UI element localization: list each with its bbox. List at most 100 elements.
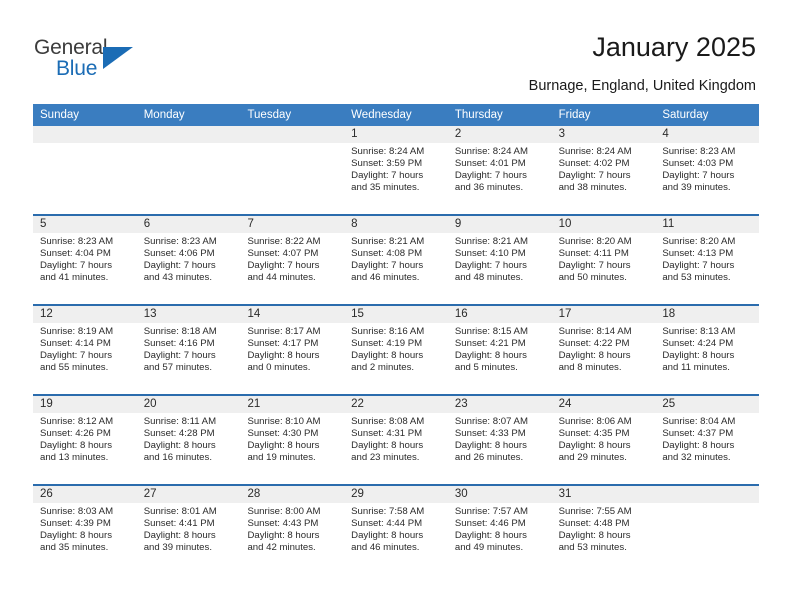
daylight-text: Daylight: 7 hours xyxy=(40,260,112,272)
day-number[interactable]: 28 xyxy=(240,486,344,503)
daylight-text-cont: and 46 minutes. xyxy=(351,272,420,284)
day-cell[interactable]: Sunrise: 8:08 AM Sunset: 4:31 PM Daylight:… xyxy=(344,413,448,484)
sunset-text: Sunset: 4:30 PM xyxy=(247,428,319,440)
day-cell[interactable]: Sunrise: 7:55 AM Sunset: 4:48 PM Daylight:… xyxy=(552,503,656,574)
sunrise-text: Sunrise: 8:00 AM xyxy=(247,506,321,517)
daylight-text-cont: and 2 minutes. xyxy=(351,362,415,374)
sunrise-text: Sunrise: 8:24 AM xyxy=(454,146,528,157)
day-cell[interactable]: Sunrise: 8:17 AM Sunset: 4:17 PM Daylight:… xyxy=(240,323,344,394)
day-number[interactable]: 15 xyxy=(344,306,448,323)
day-cell[interactable]: Sunrise: 8:21 AM Sunset: 4:08 PM Daylight:… xyxy=(344,233,448,304)
day-cell[interactable]: Sunrise: 8:23 AM Sunset: 4:03 PM Daylight:… xyxy=(655,143,759,214)
sunset-text: Sunset: 4:26 PM xyxy=(40,428,111,440)
day-cell[interactable]: Sunrise: 8:04 AM Sunset: 4:37 PM Daylight:… xyxy=(655,413,759,484)
day-number[interactable]: 31 xyxy=(552,486,656,503)
calendar-week-row: 26 27 28 29 30 31 Sunrise: 8:03 AM Sunset: 4:39… xyxy=(33,484,759,574)
daylight-text: Daylight: 8 hours xyxy=(558,350,631,362)
day-cell[interactable]: Sunrise: 8:21 AM Sunset: 4:10 PM Daylight:… xyxy=(448,233,552,304)
day-number[interactable]: 26 xyxy=(33,486,137,503)
day-cell[interactable]: Sunrise: 7:58 AM Sunset: 4:44 PM Daylight:… xyxy=(344,503,448,574)
calendar-day-number-row: 19 20 21 22 23 24 25 xyxy=(33,396,759,413)
day-cell[interactable]: Sunrise: 8:22 AM Sunset: 4:07 PM Daylight:… xyxy=(240,233,344,304)
calendar-week-row: 12 13 14 15 16 17 18 Sunrise: 8:19 AM Sunset: 4:… xyxy=(33,304,759,394)
day-cell[interactable]: Sunrise: 7:57 AM Sunset: 4:46 PM Daylight:… xyxy=(448,503,552,574)
logo-text-blue: Blue xyxy=(56,57,98,80)
calendar-page: General Blue January 2025 Burnage, Engla… xyxy=(0,0,792,612)
day-cell[interactable]: Sunrise: 8:13 AM Sunset: 4:24 PM Daylight:… xyxy=(655,323,759,394)
day-number[interactable]: 8 xyxy=(344,216,448,233)
day-number[interactable]: 30 xyxy=(448,486,552,503)
daylight-text-cont: and 49 minutes. xyxy=(454,542,524,554)
day-number[interactable]: 9 xyxy=(448,216,552,233)
daylight-text: Daylight: 8 hours xyxy=(247,350,320,362)
day-cell[interactable]: Sunrise: 8:23 AM Sunset: 4:04 PM Daylight:… xyxy=(33,233,137,304)
day-number[interactable]: 19 xyxy=(33,396,137,413)
day-cell[interactable]: Sunrise: 8:24 AM Sunset: 3:59 PM Daylight:… xyxy=(344,143,448,214)
general-blue-logo[interactable]: General Blue xyxy=(34,36,154,82)
day-number[interactable]: 6 xyxy=(137,216,241,233)
day-number[interactable]: 3 xyxy=(552,126,656,143)
day-number[interactable]: 2 xyxy=(448,126,552,143)
day-cell[interactable]: Sunrise: 8:19 AM Sunset: 4:14 PM Daylight:… xyxy=(33,323,137,394)
sunrise-text: Sunrise: 7:58 AM xyxy=(351,506,425,517)
day-number[interactable]: 16 xyxy=(448,306,552,323)
day-cell[interactable]: Sunrise: 8:24 AM Sunset: 4:02 PM Daylight:… xyxy=(552,143,656,214)
sunset-text: Sunset: 4:37 PM xyxy=(662,428,734,440)
sunrise-text: Sunrise: 8:21 AM xyxy=(454,236,528,247)
calendar-day-number-row: 1234 xyxy=(33,126,759,143)
day-number[interactable]: 22 xyxy=(344,396,448,413)
day-cell[interactable]: Sunrise: 8:16 AM Sunset: 4:19 PM Daylight:… xyxy=(344,323,448,394)
calendar-day-detail-row: Sunrise: 8:23 AM Sunset: 4:04 PM Daylight:… xyxy=(33,233,759,304)
day-number[interactable]: 23 xyxy=(448,396,552,413)
day-cell[interactable]: Sunrise: 8:06 AM Sunset: 4:35 PM Daylight:… xyxy=(552,413,656,484)
sunrise-text: Sunrise: 8:24 AM xyxy=(558,146,632,157)
daylight-text-cont: and 50 minutes. xyxy=(558,272,627,284)
day-number[interactable]: 12 xyxy=(33,306,137,323)
calendar-day-number-row: 26 27 28 29 30 31 xyxy=(33,486,759,503)
day-cell[interactable]: Sunrise: 8:12 AM Sunset: 4:26 PM Daylight:… xyxy=(33,413,137,484)
day-number[interactable]: 27 xyxy=(137,486,241,503)
day-cell[interactable]: Sunrise: 8:07 AM Sunset: 4:33 PM Daylight:… xyxy=(448,413,552,484)
day-number[interactable]: 29 xyxy=(344,486,448,503)
sunset-text: Sunset: 4:33 PM xyxy=(454,428,526,440)
sunset-text: Sunset: 4:43 PM xyxy=(247,518,319,530)
day-number[interactable]: 17 xyxy=(552,306,656,323)
day-cell[interactable]: Sunrise: 8:18 AM Sunset: 4:16 PM Daylight:… xyxy=(137,323,241,394)
weekday-header-sunday: Sunday xyxy=(40,109,80,121)
day-number[interactable]: 14 xyxy=(240,306,344,323)
daylight-text-cont: and 29 minutes. xyxy=(558,452,627,464)
day-cell[interactable]: Sunrise: 8:03 AM Sunset: 4:39 PM Daylight:… xyxy=(33,503,137,574)
day-number[interactable]: 20 xyxy=(137,396,241,413)
daylight-text: Daylight: 8 hours xyxy=(454,530,527,542)
day-cell[interactable]: Sunrise: 8:10 AM Sunset: 4:30 PM Daylight:… xyxy=(240,413,344,484)
daylight-text-cont: and 23 minutes. xyxy=(351,452,420,464)
daylight-text-cont: and 38 minutes. xyxy=(558,182,627,194)
day-number[interactable]: 18 xyxy=(655,306,759,323)
day-cell[interactable]: Sunrise: 8:20 AM Sunset: 4:13 PM Daylight:… xyxy=(655,233,759,304)
day-number[interactable]: 5 xyxy=(33,216,137,233)
day-number[interactable]: 13 xyxy=(137,306,241,323)
day-cell[interactable]: Sunrise: 8:15 AM Sunset: 4:21 PM Daylight:… xyxy=(448,323,552,394)
day-number[interactable]: 24 xyxy=(552,396,656,413)
day-cell[interactable]: Sunrise: 8:14 AM Sunset: 4:22 PM Daylight:… xyxy=(552,323,656,394)
day-cell[interactable]: Sunrise: 8:24 AM Sunset: 4:01 PM Daylight:… xyxy=(448,143,552,214)
day-number[interactable]: 7 xyxy=(240,216,344,233)
day-number[interactable]: 1 xyxy=(344,126,448,143)
day-number[interactable]: 25 xyxy=(655,396,759,413)
day-cell[interactable]: Sunrise: 8:11 AM Sunset: 4:28 PM Daylight:… xyxy=(137,413,241,484)
sunrise-text: Sunrise: 8:23 AM xyxy=(662,146,736,157)
daylight-text-cont: and 5 minutes. xyxy=(454,362,518,374)
day-cell[interactable]: Sunrise: 8:23 AM Sunset: 4:06 PM Daylight:… xyxy=(137,233,241,304)
sunset-text: Sunset: 4:11 PM xyxy=(558,248,629,260)
day-number[interactable]: 4 xyxy=(655,126,759,143)
day-cell[interactable]: Sunrise: 8:00 AM Sunset: 4:43 PM Daylight:… xyxy=(240,503,344,574)
daylight-text: Daylight: 7 hours xyxy=(40,350,112,362)
sunset-text: Sunset: 4:16 PM xyxy=(143,338,215,350)
page-header: General Blue January 2025 Burnage, Engla… xyxy=(0,0,792,100)
day-cell[interactable]: Sunrise: 8:01 AM Sunset: 4:41 PM Daylight:… xyxy=(137,503,241,574)
sunset-text: Sunset: 3:59 PM xyxy=(351,158,423,170)
day-number[interactable]: 10 xyxy=(552,216,656,233)
day-number[interactable]: 11 xyxy=(655,216,759,233)
day-cell[interactable]: Sunrise: 8:20 AM Sunset: 4:11 PM Daylight:… xyxy=(552,233,656,304)
day-number[interactable]: 21 xyxy=(240,396,344,413)
